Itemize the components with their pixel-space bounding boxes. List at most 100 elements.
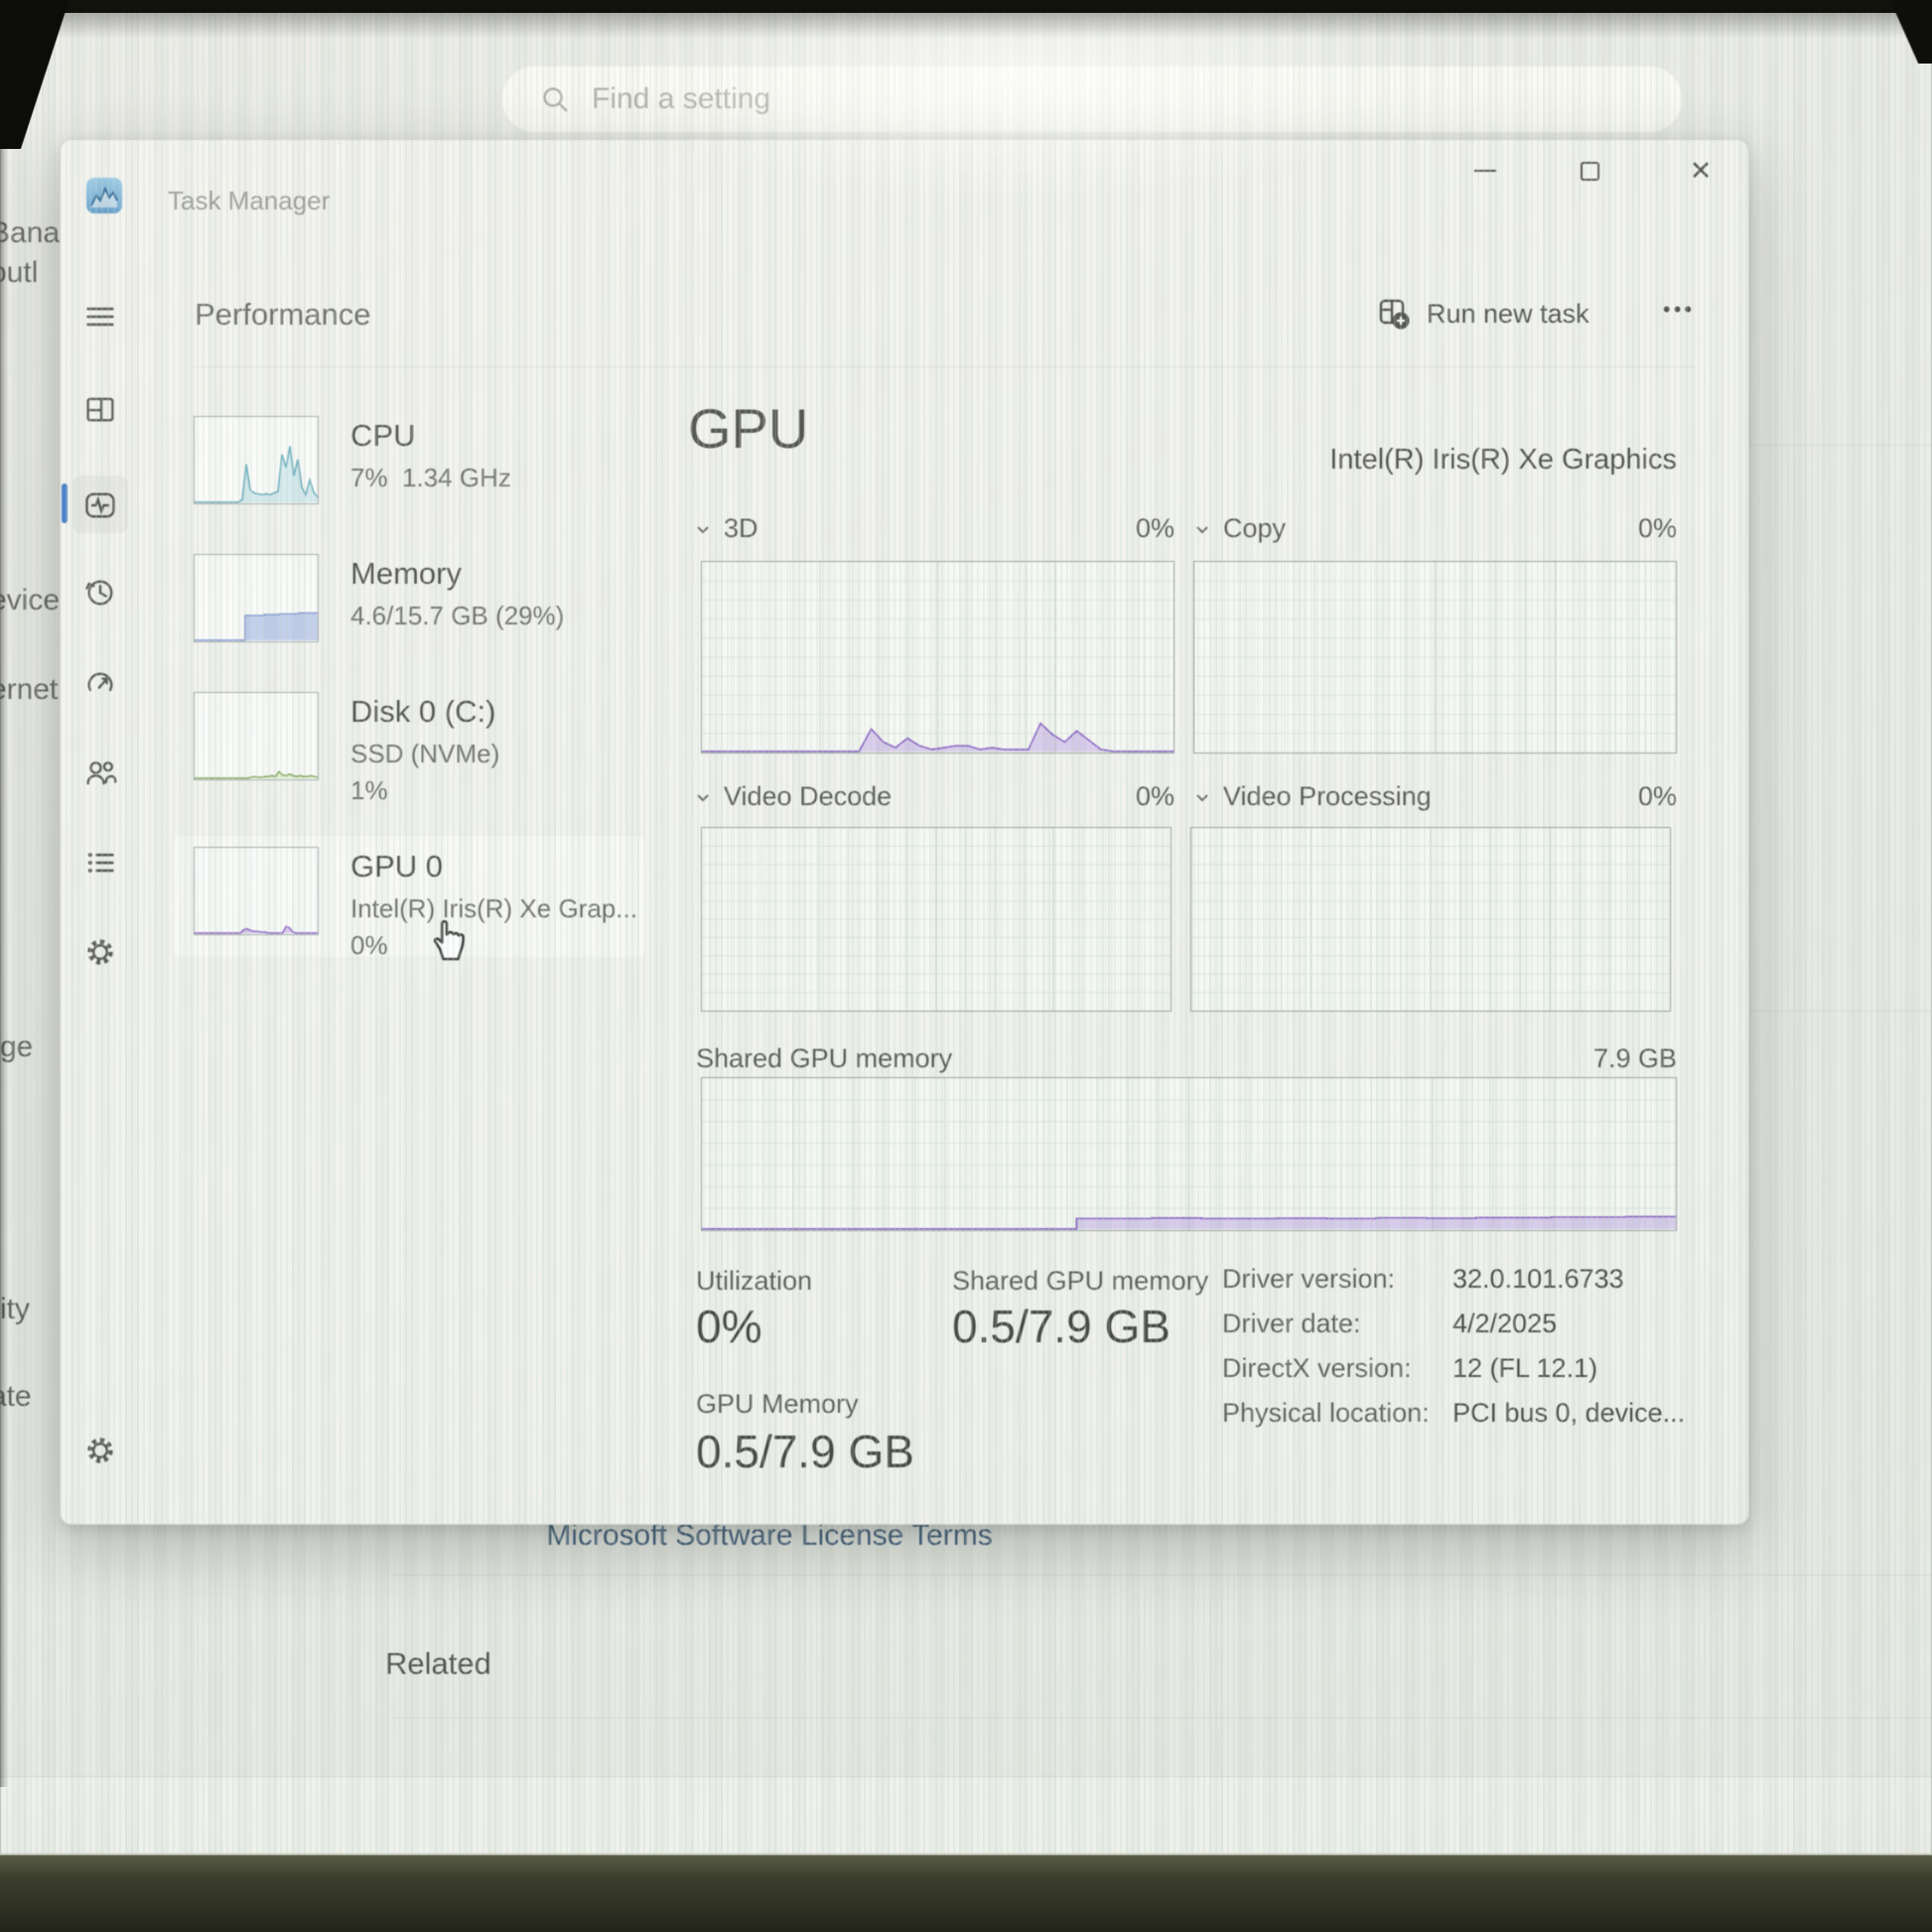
magnifier-icon	[540, 84, 570, 114]
close-button[interactable]: ✕	[1678, 148, 1724, 194]
chart-value-copy: 0%	[1550, 513, 1677, 544]
chart-label: 3D	[724, 513, 759, 544]
settings-fragment: ge	[0, 1031, 33, 1064]
shared-memory-chart	[701, 1077, 1677, 1231]
driver-version-label: Driver version:	[1222, 1264, 1395, 1295]
window-title: Task Manager	[168, 186, 330, 216]
processes-icon[interactable]	[82, 391, 118, 427]
minimize-button[interactable]	[1462, 148, 1508, 194]
selected-indicator	[62, 483, 68, 523]
directx-version-label: DirectX version:	[1222, 1353, 1412, 1384]
gpu-title: GPU 0	[350, 849, 637, 885]
settings-icon[interactable]	[82, 1433, 118, 1468]
cpu-title: CPU	[350, 418, 511, 454]
physical-location-value: PCI bus 0, device...	[1452, 1398, 1685, 1429]
physical-location-label: Physical location:	[1222, 1398, 1430, 1429]
services-icon[interactable]	[82, 934, 118, 970]
chevron-down-icon	[1193, 520, 1211, 538]
chart-value-video-decode: 0%	[1053, 781, 1174, 812]
run-new-task-icon	[1377, 297, 1411, 331]
card-divider	[392, 1718, 1932, 1719]
shared-memory-label: Shared GPU memory	[696, 1043, 952, 1074]
memory-panel-row[interactable]: Memory 4.6/15.7 GB (29%)	[194, 554, 666, 642]
related-heading: Related	[385, 1646, 491, 1682]
maximize-button[interactable]	[1567, 148, 1612, 194]
laptop-photo: Find a setting Bana outl evice ernet ge …	[0, 0, 1932, 1932]
task-manager-window: Task Manager ✕ Performance Run new task …	[60, 139, 1749, 1525]
card-divider	[1745, 445, 1932, 446]
header-divider	[194, 366, 1695, 367]
chart-label: Copy	[1223, 513, 1286, 544]
card-divider	[392, 1575, 1932, 1576]
minimize-icon	[1474, 170, 1496, 172]
gpu-name: Intel(R) Iris(R) Xe Grap...	[350, 891, 637, 927]
menu-icon[interactable]	[82, 299, 118, 335]
cpu-stats: 7% 1.34 GHz	[350, 460, 511, 496]
disk-type: SSD (NVMe)	[350, 736, 499, 772]
chart-header-video-processing[interactable]: Video Processing	[1193, 781, 1432, 812]
cpu-panel-row[interactable]: CPU 7% 1.34 GHz	[194, 416, 666, 504]
performance-icon[interactable]	[82, 487, 118, 523]
gpu-memory-label: GPU Memory	[696, 1389, 859, 1420]
chart-label: Video Decode	[724, 781, 892, 812]
chevron-down-icon	[694, 520, 712, 538]
startup-apps-icon[interactable]	[82, 664, 118, 700]
run-new-task-button[interactable]: Run new task	[1377, 297, 1589, 331]
chart-value-video-processing: 0%	[1550, 781, 1677, 812]
more-options-button[interactable]: •••	[1663, 297, 1695, 323]
gpu-memory-value: 0.5/7.9 GB	[696, 1425, 914, 1478]
disk-title: Disk 0 (C:)	[350, 694, 499, 730]
gpu-copy-chart	[1193, 561, 1677, 754]
screen: Find a setting Bana outl evice ernet ge …	[0, 10, 1932, 1857]
shared-gpu-memory-label: Shared GPU memory	[952, 1266, 1208, 1297]
find-setting-placeholder: Find a setting	[592, 82, 770, 116]
chart-header-3d[interactable]: 3D	[694, 513, 759, 544]
disk-panel-row[interactable]: Disk 0 (C:) SSD (NVMe) 1%	[194, 692, 666, 809]
utilization-value: 0%	[696, 1300, 761, 1353]
memory-stats: 4.6/15.7 GB (29%)	[350, 598, 564, 634]
settings-fragment: ate	[0, 1380, 32, 1414]
card-divider	[1745, 1011, 1932, 1012]
chevron-down-icon	[694, 788, 712, 806]
gpu-video-decode-chart	[701, 827, 1172, 1012]
bezel-bottom	[0, 1855, 1932, 1932]
shared-memory-max: 7.9 GB	[1450, 1043, 1677, 1074]
gpu-3d-chart	[701, 561, 1174, 754]
find-setting-search[interactable]: Find a setting	[501, 66, 1683, 133]
chevron-down-icon	[1193, 788, 1211, 806]
driver-date-label: Driver date:	[1222, 1309, 1361, 1339]
settings-fragment: evice	[0, 584, 60, 618]
hand-cursor	[425, 911, 473, 963]
directx-version-value: 12 (FL 12.1)	[1452, 1353, 1597, 1384]
chart-header-video-decode[interactable]: Video Decode	[694, 781, 892, 812]
settings-fragment: Bana	[0, 216, 60, 250]
run-new-task-label: Run new task	[1427, 299, 1589, 330]
chart-value-3d: 0%	[1053, 513, 1174, 544]
settings-fragment: ernet	[0, 673, 58, 707]
gpu-adapter-name: Intel(R) Iris(R) Xe Graphics	[954, 444, 1677, 477]
settings-fragment: rity	[0, 1293, 30, 1326]
memory-title: Memory	[350, 556, 564, 592]
gpu-usage: 0%	[350, 927, 637, 964]
gpu-video-processing-chart	[1190, 827, 1671, 1012]
maximize-icon	[1581, 162, 1599, 181]
chart-header-copy[interactable]: Copy	[1193, 513, 1286, 544]
taskbar: Search ∞	[0, 1776, 1932, 1865]
task-manager-icon	[86, 178, 122, 213]
app-history-icon[interactable]	[82, 575, 118, 611]
gpu-page-title: GPU	[688, 396, 808, 461]
utilization-label: Utilization	[696, 1266, 812, 1297]
disk-usage: 1%	[350, 772, 499, 809]
details-icon[interactable]	[82, 845, 118, 881]
settings-fragment: outl	[0, 256, 38, 290]
cpu-history-chart	[194, 416, 319, 504]
driver-version-value: 32.0.101.6733	[1452, 1264, 1624, 1295]
driver-date-value: 4/2/2025	[1452, 1309, 1557, 1339]
chart-label: Video Processing	[1223, 781, 1432, 812]
page-title: Performance	[195, 297, 370, 333]
memory-history-chart	[194, 554, 319, 642]
gpu-history-chart	[194, 847, 319, 935]
users-icon[interactable]	[82, 756, 118, 791]
shared-gpu-memory-value: 0.5/7.9 GB	[952, 1300, 1171, 1353]
disk-history-chart	[194, 692, 319, 780]
